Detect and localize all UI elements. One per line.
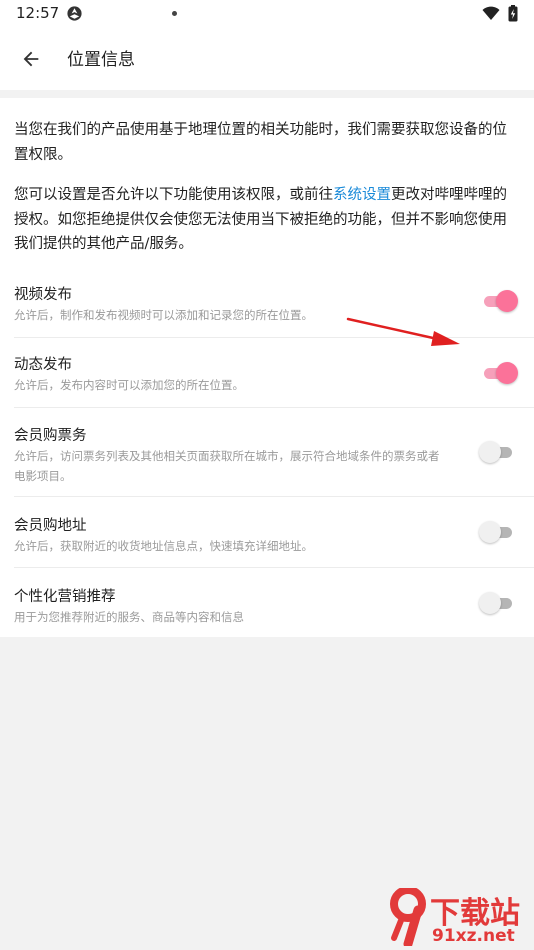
setting-row-dynamic-publish[interactable]: 动态发布 允许后，发布内容时可以添加您的所在位置。 xyxy=(0,350,534,408)
setting-title: 会员购地址 xyxy=(14,518,87,534)
dynamic-publish-toggle[interactable] xyxy=(482,360,518,386)
intro-paragraph-permissions: 您可以设置是否允许以下功能使用该权限，或前往系统设置更改对哔哩哔哩的授权。如您拒… xyxy=(14,183,520,257)
setting-row-ticketing[interactable]: 会员购票务 允许后，访问票务列表及其他相关页面获取所在城市，展示符合地域条件的票… xyxy=(0,421,534,495)
setting-description: 允许后，获取附近的收货地址信息点，快速填充详细地址。 xyxy=(14,539,313,553)
divider xyxy=(14,407,534,408)
setting-title: 视频发布 xyxy=(14,287,72,303)
setting-title: 会员购票务 xyxy=(14,428,87,444)
watermark-url: 91xz.net xyxy=(432,926,515,946)
setting-title: 个性化营销推荐 xyxy=(14,589,116,605)
personalized-marketing-toggle[interactable] xyxy=(479,590,516,616)
status-time: 12:57 xyxy=(16,4,60,22)
status-bar: 12:57 xyxy=(0,0,534,28)
setting-description: 允许后，发布内容时可以添加您的所在位置。 xyxy=(14,378,244,392)
intro-text: 当您在我们的产品使用基于地理位置的相关功能时，我们需要获取您设备的位置权限。 您… xyxy=(14,118,520,273)
page-title: 位置信息 xyxy=(67,50,135,70)
intro-paragraph: 当您在我们的产品使用基于地理位置的相关功能时，我们需要获取您设备的位置权限。 xyxy=(14,122,507,163)
notification-dot xyxy=(172,11,177,16)
arrow-left-icon xyxy=(23,51,39,67)
site-watermark: 下载站 91xz.net xyxy=(384,886,534,950)
divider xyxy=(14,496,534,497)
setting-row-personalized-marketing[interactable]: 个性化营销推荐 用于为您推荐附近的服务、商品等内容和信息 xyxy=(0,582,534,634)
setting-description: 用于为您推荐附近的服务、商品等内容和信息 xyxy=(14,610,244,624)
battery-charging-icon xyxy=(508,5,518,22)
video-publish-toggle[interactable] xyxy=(482,288,518,314)
ticketing-toggle[interactable] xyxy=(479,439,516,465)
setting-title: 动态发布 xyxy=(14,357,72,373)
settings-card: 当您在我们的产品使用基于地理位置的相关功能时，我们需要获取您设备的位置权限。 您… xyxy=(0,98,534,637)
system-settings-link[interactable]: 系统设置 xyxy=(333,187,391,203)
spinner-app-icon xyxy=(67,6,82,21)
watermark-logo-icon xyxy=(390,888,426,946)
wifi-icon xyxy=(482,6,500,20)
back-button[interactable] xyxy=(16,44,46,74)
annotation-arrow xyxy=(346,317,460,346)
intro-text-before-link: 您可以设置是否允许以下功能使用该权限，或前往 xyxy=(14,187,333,203)
setting-description: 允许后，访问票务列表及其他相关页面获取所在城市，展示符合地域条件的票务或者电影项… xyxy=(14,449,440,483)
shipping-address-toggle[interactable] xyxy=(479,519,516,545)
divider xyxy=(14,567,534,568)
setting-row-shipping-address[interactable]: 会员购地址 允许后，获取附近的收货地址信息点，快速填充详细地址。 xyxy=(0,511,534,569)
app-bar: 位置信息 xyxy=(0,28,534,90)
